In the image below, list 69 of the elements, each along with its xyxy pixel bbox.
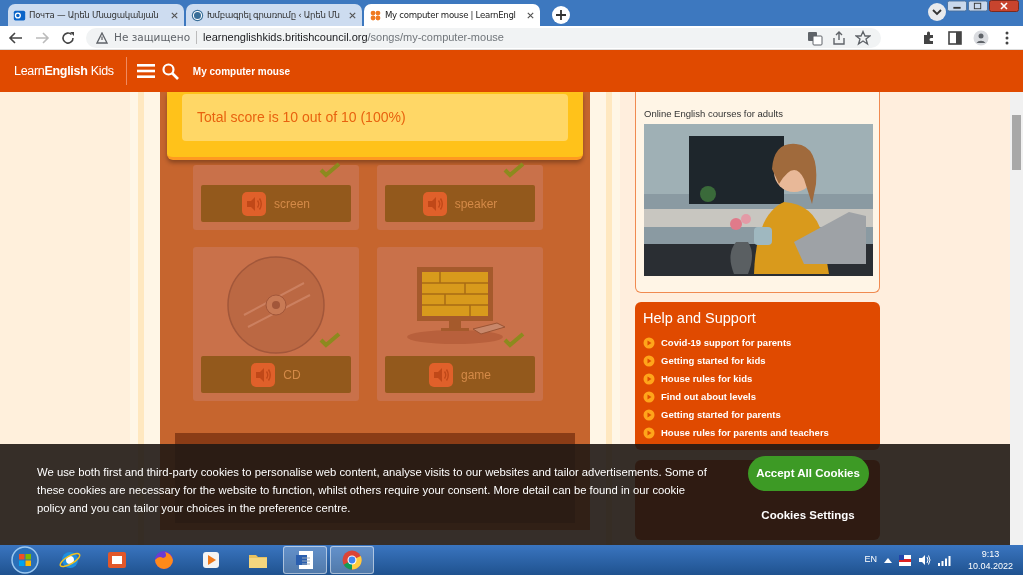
bullet-icon — [643, 354, 655, 367]
speaker-icon — [429, 362, 453, 387]
signal-icon[interactable] — [937, 554, 951, 566]
browser-icon — [341, 549, 363, 571]
site-logo[interactable]: LearnEnglish Kids — [14, 61, 114, 81]
bullet-icon — [643, 390, 655, 403]
search-icon[interactable] — [161, 62, 179, 80]
audio-word-button[interactable]: game — [385, 356, 535, 393]
speaker-icon — [251, 362, 276, 387]
page-title: My computer mouse — [192, 64, 291, 79]
play-icon — [200, 549, 222, 571]
circle-logo-icon — [191, 8, 204, 22]
presentation-icon — [106, 549, 128, 571]
audio-word-button[interactable]: speaker — [385, 185, 535, 222]
audio-word-button[interactable]: screen — [201, 185, 351, 222]
close-icon[interactable] — [348, 10, 357, 20]
bullet-icon — [643, 336, 655, 349]
expand-icon[interactable] — [883, 557, 892, 563]
dots-icon — [369, 8, 382, 22]
browser-tab[interactable]: Почта — Արեն Մնացականյան — [8, 4, 184, 26]
browser-tab[interactable]: Խմբագրել գրառումը ‹ Արեն Մն — [186, 4, 362, 26]
close-icon[interactable] — [170, 10, 179, 20]
document-icon — [294, 549, 316, 571]
box-title: Help and Support — [643, 309, 757, 328]
help-link[interactable]: Covid-19 support for parents — [643, 333, 872, 352]
start-button[interactable] — [10, 545, 40, 575]
promo-caption[interactable]: Online English courses for adults — [644, 107, 871, 122]
security-label[interactable]: Не защищено — [114, 29, 191, 46]
browser-icon — [59, 549, 81, 571]
reload-icon[interactable] — [60, 29, 76, 46]
volume-icon[interactable] — [917, 554, 931, 566]
scrollbar-thumb[interactable] — [1012, 115, 1021, 170]
clock-time[interactable]: 9:13 — [967, 548, 1013, 560]
back-icon[interactable] — [8, 29, 24, 46]
restore-icon[interactable] — [968, 0, 988, 12]
taskbar-app[interactable] — [283, 546, 327, 574]
help-link[interactable]: Getting started for parents — [643, 405, 872, 424]
score-text: Total score is 10 out of 10 (100%) — [182, 94, 568, 141]
help-link[interactable]: House rules for kids — [643, 369, 872, 388]
share-icon[interactable] — [831, 29, 847, 46]
new-tab-icon[interactable] — [552, 6, 570, 24]
warning-icon — [96, 31, 108, 44]
cookie-settings-button[interactable]: Cookies Settings — [761, 507, 855, 525]
accept-cookies-button[interactable]: Accept All Cookies — [747, 456, 869, 491]
bullet-icon — [643, 372, 655, 385]
close-icon[interactable] — [526, 10, 535, 20]
help-link[interactable]: Find out about levels — [643, 387, 872, 406]
mail-icon — [13, 8, 26, 22]
star-icon[interactable] — [855, 29, 871, 46]
bullet-icon — [643, 408, 655, 421]
close-icon[interactable] — [989, 0, 1019, 12]
help-link[interactable]: Getting started for kids — [643, 351, 872, 370]
browser-tab[interactable]: My computer mouse | LearnEngl — [364, 4, 540, 26]
profile-icon[interactable] — [973, 29, 989, 46]
clock-date[interactable]: 10.04.2022 — [967, 560, 1013, 572]
dropdown-icon[interactable] — [928, 3, 946, 21]
speaker-icon — [242, 191, 266, 216]
help-link[interactable]: House rules for parents and teachers — [643, 423, 872, 442]
bullet-icon — [643, 426, 655, 439]
speaker-icon — [422, 191, 447, 216]
url-text[interactable]: learnenglishkids.britishcouncil.org/songs/my-computer-mouse — [203, 29, 504, 46]
language-indicator[interactable]: EN — [864, 553, 877, 567]
flag-icon[interactable] — [898, 554, 911, 566]
sidebar-icon[interactable] — [947, 29, 963, 46]
minimize-icon[interactable] — [947, 0, 967, 12]
menu-icon[interactable] — [136, 63, 155, 79]
browser-icon — [153, 549, 175, 571]
cookie-text: We use both first and third-party cookies to personalise web content, analyse visits to our websites and tailor advertisements. Some of these cookies are necessary for the website to function, whilst others require your consent. More detail can be found in our cookie policy and you can tailor your choices in the preference centre. — [37, 465, 708, 516]
translate-icon[interactable] — [807, 29, 823, 46]
